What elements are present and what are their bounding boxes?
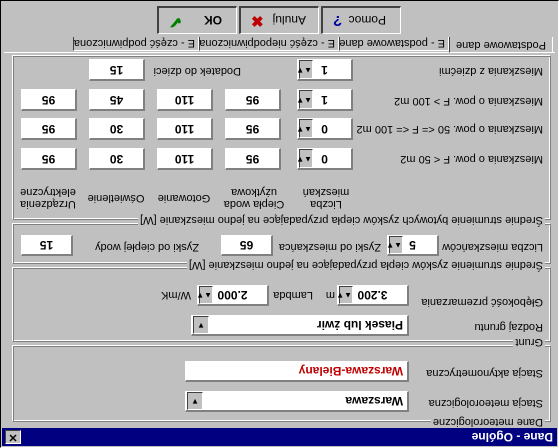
lambda-spin-icon[interactable]: ▲▼ — [196, 286, 213, 304]
value-text: 45 — [109, 93, 124, 107]
window-title: Dane - Ogólne — [471, 430, 553, 444]
zyski-od-cieplej-wody-label: Zyski od ciepłej wody — [95, 241, 199, 253]
chevron-down-icon[interactable]: ▼ — [193, 316, 209, 334]
ok-label: OK — [204, 13, 222, 27]
zyski-od-mieszkanca-field[interactable]: 65 — [221, 235, 273, 256]
value-field[interactable]: 95 — [225, 118, 281, 140]
dzieci-spin-icon[interactable]: ▲▼ — [296, 60, 313, 79]
value-field[interactable]: 30 — [89, 148, 145, 170]
value-text: 95 — [41, 93, 56, 107]
help-label: Pomoc — [348, 13, 386, 27]
liczba-mieszkancow-label: Liczba mieszkańców — [442, 241, 543, 253]
value-text: 110 — [174, 122, 195, 136]
value-field[interactable]: 95 — [21, 89, 77, 111]
value-text: 95 — [41, 152, 56, 166]
value-field[interactable]: 110 — [157, 118, 213, 140]
glebokosc-spin-icon[interactable]: ▲▼ — [336, 286, 353, 304]
stacja-meteo-label: Stacja meteorologiczna — [428, 397, 543, 409]
value-text: 95 — [41, 122, 56, 136]
stacja-akt-field[interactable]: Warszawa-Bielany — [185, 361, 409, 382]
count-value: 0 — [321, 122, 328, 136]
rodzaj-gruntu-value: Piasek lub żwir — [316, 318, 403, 332]
mieszkania-z-dziecmi-label: Mieszkania z dziećmi — [439, 65, 543, 77]
checkmark-icon: ✔ — [169, 13, 183, 30]
tab-e-czesc-podpiwniczona[interactable]: E - część podpiwniczona — [73, 37, 199, 51]
stacja-akt-value: Warszawa-Bielany — [298, 364, 403, 378]
zyski-od-cieplej-wody-field[interactable]: 15 — [21, 235, 73, 256]
value-field[interactable]: 110 — [157, 148, 213, 170]
liczba-mieszkancow-value: 5 — [409, 238, 416, 252]
dodatek-do-dzieci-value: 15 — [109, 63, 124, 77]
zyski-od-cieplej-wody-value: 15 — [39, 238, 54, 252]
glebokosc-label: Głębokość przemarzania — [421, 296, 543, 308]
group-label-meteo: Dane meteorologiczne — [430, 416, 545, 428]
value-field[interactable]: 95 — [21, 148, 77, 170]
count-spin-icon[interactable]: ▲▼ — [296, 119, 313, 138]
stacja-akt-label: Stacja aktynometryczna — [426, 367, 543, 379]
count-value: 0 — [321, 152, 328, 166]
group-label-grunt: Grunt — [513, 336, 545, 348]
row-label-large: Mieszkania o pow. F > 100 m2 — [394, 95, 543, 107]
count-value: 1 — [321, 93, 328, 107]
col-header-urzadzenia: Urządzenia elektryczne — [20, 186, 76, 210]
lambda-unit: W/mK — [161, 289, 191, 301]
title-bar: Dane - Ogólne ✕ — [2, 428, 557, 446]
dodatek-do-dzieci-field[interactable]: 15 — [89, 59, 145, 81]
col-header-gotowanie: Gotowanie — [157, 192, 211, 204]
value-field[interactable]: 95 — [225, 148, 281, 170]
tab-podstawowe-dane[interactable]: Podstawowe dane — [449, 37, 553, 53]
value-text: 30 — [109, 152, 124, 166]
zyski-od-mieszkanca-label: Zyski od mieszkańca — [278, 241, 381, 253]
close-icon: ✕ — [8, 431, 18, 443]
group-label-zyski: Średnie strumienie zysków ciepła przypad… — [186, 259, 545, 271]
value-field[interactable]: 95 — [21, 118, 77, 140]
lambda-label: Lambda — [273, 289, 313, 301]
close-button[interactable]: ✕ — [5, 430, 21, 444]
rodzaj-gruntu-select[interactable]: Piasek lub żwir — [191, 315, 409, 336]
value-text: 110 — [174, 152, 195, 166]
tab-e-podstawowe-dane[interactable]: E - podstawowe dane — [339, 37, 449, 51]
liczba-spin-icon[interactable]: ▲▼ — [386, 236, 403, 254]
stacja-meteo-value: Warszawa — [345, 394, 403, 408]
row-label-medium: Mieszkania o pow. 50 <= F <= 100 m2 — [356, 123, 543, 135]
dodatek-do-dzieci-label: Dodatek do dzieci — [153, 65, 241, 77]
value-text: 95 — [245, 93, 260, 107]
value-text: 95 — [245, 152, 260, 166]
value-field[interactable]: 45 — [89, 89, 145, 111]
rodzaj-gruntu-label: Rodzaj gruntu — [474, 321, 544, 333]
value-field[interactable]: 110 — [157, 89, 213, 111]
cancel-label: Anuluj — [272, 13, 306, 27]
value-text: 95 — [245, 122, 260, 136]
value-text: 110 — [174, 93, 195, 107]
value-field[interactable]: 30 — [89, 118, 145, 140]
glebokosc-unit: m — [325, 289, 335, 301]
chevron-down-icon[interactable]: ▼ — [187, 392, 203, 410]
group-label-zyski-bytowe: Średnie strumienie bytowych zysków ciepł… — [138, 214, 545, 226]
count-spin-icon[interactable]: ▲▼ — [296, 149, 313, 168]
cancel-x-icon: ✖ — [251, 12, 264, 29]
zyski-od-mieszkanca-value: 65 — [239, 238, 254, 252]
col-header-oswietlenie: Oświetlenie — [87, 192, 145, 204]
stacja-meteo-select[interactable]: Warszawa — [185, 391, 409, 412]
value-text: 30 — [109, 122, 124, 136]
glebokosc-value: 3.200 — [357, 288, 388, 302]
cancel-button[interactable]: ✖ Anuluj — [239, 6, 319, 34]
ok-button[interactable]: ✔ OK — [157, 6, 237, 34]
lambda-value: 2.000 — [217, 288, 248, 302]
help-icon: ? — [333, 12, 343, 29]
rotated-screen: Dane - Ogólne ✕ Dane meteorologiczne Sta… — [0, 0, 559, 448]
count-spin-icon[interactable]: ▲▼ — [296, 90, 313, 109]
value-field[interactable]: 95 — [225, 89, 281, 111]
col-header-liczba: Liczba mieszkań — [302, 186, 350, 210]
row-label-small: Mieszkania o pow. F < 50 m2 — [400, 153, 543, 165]
tab-e-czesc-niepodpiwniczona[interactable]: E - część niepodpiwniczona — [199, 37, 339, 51]
mieszkania-z-dziecmi-value: 1 — [321, 63, 328, 77]
help-button[interactable]: ? Pomoc — [321, 6, 401, 34]
col-header-ciepla-woda: Ciepła woda użytkowa — [223, 186, 285, 210]
